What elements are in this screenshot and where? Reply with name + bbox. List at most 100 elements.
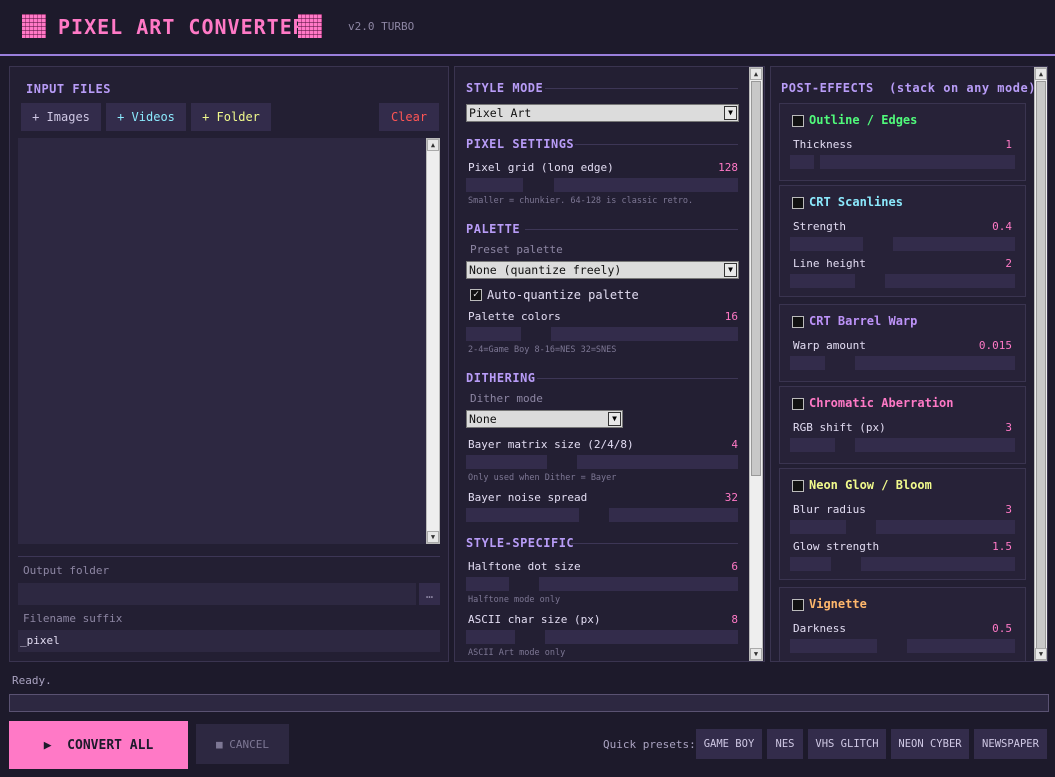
thickness-slider-track[interactable] <box>790 155 814 169</box>
glow-strength-label: Glow strength <box>793 540 880 553</box>
outline-checkbox[interactable] <box>792 115 804 127</box>
preset-palette-label: Preset palette <box>470 243 563 256</box>
scroll-up-icon[interactable]: ▲ <box>427 139 439 151</box>
bayer-noise-slider-track[interactable] <box>466 508 579 522</box>
status-text: Ready. <box>12 674 52 687</box>
neon-glow-title: Neon Glow / Bloom <box>809 478 932 492</box>
cancel-button[interactable]: ■ CANCEL <box>196 724 289 764</box>
warp-amount-slider-track[interactable] <box>790 356 825 370</box>
halftone-value: 6 <box>731 560 738 573</box>
thickness-slider-track[interactable] <box>820 155 1015 169</box>
add-folder-button[interactable]: + Folder <box>191 103 271 131</box>
effects-scrollbar[interactable]: ▲ ▼ <box>1034 67 1047 661</box>
darkness-slider-track[interactable] <box>907 639 1015 653</box>
blur-radius-slider-track[interactable] <box>790 520 846 534</box>
pixel-grid-slider-track[interactable] <box>466 178 523 192</box>
output-folder-input[interactable] <box>18 583 416 605</box>
app-title: PIXEL ART CONVERTER <box>58 15 306 39</box>
clear-button[interactable]: Clear <box>379 103 439 131</box>
browse-output-button[interactable]: … <box>419 583 440 605</box>
bayer-noise-slider-track[interactable] <box>609 508 738 522</box>
glow-strength-slider-track[interactable] <box>790 557 831 571</box>
add-videos-button[interactable]: + Videos <box>106 103 186 131</box>
fx-card-outline: Outline / Edges Thickness 1 <box>779 103 1026 181</box>
scroll-up-icon[interactable]: ▲ <box>750 68 762 80</box>
glow-strength-slider-track[interactable] <box>861 557 1015 571</box>
pixel-grid-value: 128 <box>718 161 738 174</box>
file-list-scrollbar[interactable]: ▲ ▼ <box>426 138 440 544</box>
divider <box>525 229 738 230</box>
line-height-slider-track[interactable] <box>885 274 1015 288</box>
fx-card-crt-barrel-warp: CRT Barrel Warp Warp amount 0.015 <box>779 304 1026 382</box>
pixel-grid-hint: Smaller = chunkier. 64-128 is classic re… <box>468 196 694 206</box>
bayer-size-slider-track[interactable] <box>466 455 547 469</box>
settings-scrollbar[interactable]: ▲ ▼ <box>749 67 763 661</box>
convert-all-button[interactable]: ▶ CONVERT ALL <box>9 721 188 769</box>
line-height-label: Line height <box>793 257 866 270</box>
ascii-size-value: 8 <box>731 613 738 626</box>
barrel-warp-checkbox[interactable] <box>792 316 804 328</box>
halftone-slider-track[interactable] <box>539 577 738 591</box>
crt-scanlines-checkbox[interactable] <box>792 197 804 209</box>
preset-palette-select[interactable]: None (quantize freely) ▼ <box>466 261 739 279</box>
settings-scroll-thumb[interactable] <box>751 81 761 476</box>
scroll-down-icon[interactable]: ▼ <box>750 648 762 660</box>
style-mode-select[interactable]: Pixel Art ▼ <box>466 104 739 122</box>
filename-suffix-input[interactable]: _pixel <box>18 630 440 652</box>
line-height-value: 2 <box>1005 257 1012 270</box>
pixel-grid-label: Pixel grid (long edge) <box>468 161 614 174</box>
divider <box>537 378 738 379</box>
palette-colors-hint: 2-4=Game Boy 8-16=NES 32=SNES <box>468 345 617 355</box>
pixel-logo-icon <box>298 14 322 38</box>
preset-neon-cyber-button[interactable]: NEON CYBER <box>891 729 969 759</box>
auto-quantize-checkbox[interactable]: ✓ <box>470 289 482 301</box>
strength-slider-track[interactable] <box>893 237 1015 251</box>
line-height-slider-track[interactable] <box>790 274 855 288</box>
input-files-title: INPUT FILES <box>26 82 111 96</box>
thickness-value: 1 <box>1005 138 1012 151</box>
ascii-size-slider-track[interactable] <box>466 630 515 644</box>
darkness-slider-track[interactable] <box>790 639 877 653</box>
scroll-up-icon[interactable]: ▲ <box>1035 68 1047 80</box>
add-images-button[interactable]: + Images <box>21 103 101 131</box>
file-list[interactable] <box>18 138 427 544</box>
halftone-slider-track[interactable] <box>466 577 509 591</box>
strength-slider-track[interactable] <box>790 237 863 251</box>
pixel-logo-icon <box>22 14 46 38</box>
palette-colors-value: 16 <box>724 310 738 323</box>
fx-card-neon-glow: Neon Glow / Bloom Blur radius 3 Glow str… <box>779 468 1026 580</box>
preset-newspaper-button[interactable]: NEWSPAPER <box>974 729 1047 759</box>
vignette-title: Vignette <box>809 597 867 611</box>
strength-value: 0.4 <box>992 220 1012 233</box>
post-effects-title: POST-EFFECTS (stack on any mode) <box>781 81 1036 95</box>
halftone-label: Halftone dot size <box>468 560 581 573</box>
blur-radius-slider-track[interactable] <box>876 520 1015 534</box>
pixel-grid-slider-track[interactable] <box>554 178 738 192</box>
outline-title: Outline / Edges <box>809 113 918 127</box>
dither-mode-select[interactable]: None ▼ <box>466 410 623 428</box>
bayer-size-slider-track[interactable] <box>577 455 738 469</box>
preset-game-boy-button[interactable]: GAME BOY <box>696 729 762 759</box>
scroll-down-icon[interactable]: ▼ <box>1035 648 1047 660</box>
dither-mode-value: None <box>469 412 497 426</box>
vignette-checkbox[interactable] <box>792 599 804 611</box>
ascii-size-slider-track[interactable] <box>545 630 738 644</box>
bayer-noise-label: Bayer noise spread <box>468 491 588 504</box>
palette-colors-slider-track[interactable] <box>466 327 521 341</box>
preset-nes-button[interactable]: NES <box>767 729 803 759</box>
chromatic-checkbox[interactable] <box>792 398 804 410</box>
style-mode-title: STYLE MODE <box>466 81 544 95</box>
barrel-warp-title: CRT Barrel Warp <box>809 314 918 328</box>
rgb-shift-slider-track[interactable] <box>855 438 1015 452</box>
effects-scroll-thumb[interactable] <box>1036 81 1046 649</box>
neon-glow-checkbox[interactable] <box>792 480 804 492</box>
rgb-shift-slider-track[interactable] <box>790 438 835 452</box>
scroll-down-icon[interactable]: ▼ <box>427 531 439 543</box>
warp-amount-slider-track[interactable] <box>855 356 1015 370</box>
app-header: PIXEL ART CONVERTER v2.0 TURBO <box>0 0 1055 56</box>
palette-colors-slider-track[interactable] <box>551 327 738 341</box>
input-panel: INPUT FILES + Images + Videos + Folder C… <box>9 66 449 662</box>
darkness-label: Darkness <box>793 622 846 635</box>
quick-presets-label: Quick presets: <box>603 738 696 751</box>
preset-vhs-glitch-button[interactable]: VHS GLITCH <box>808 729 886 759</box>
